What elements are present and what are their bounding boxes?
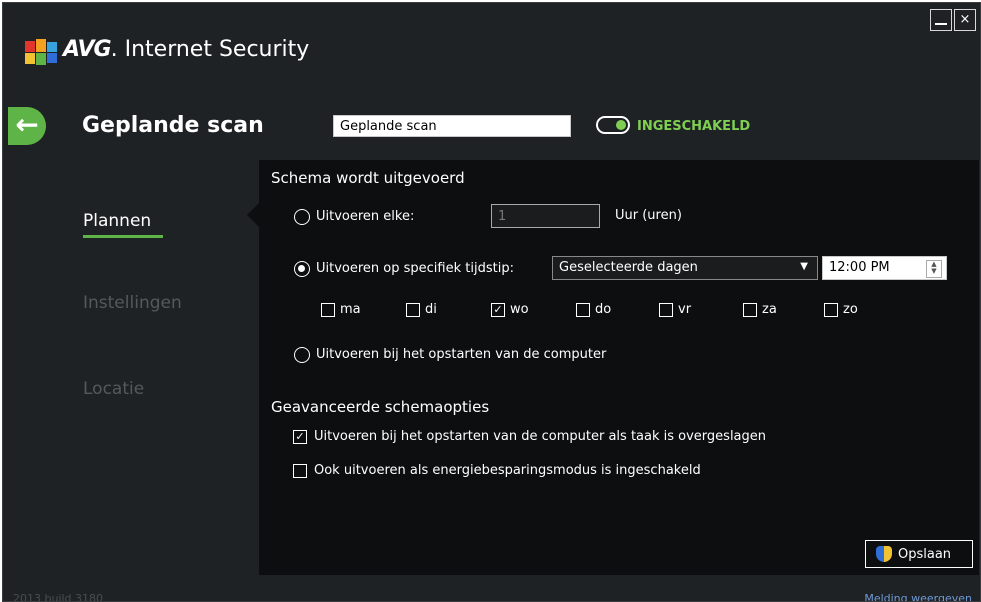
day-label-ma: ma	[340, 302, 361, 317]
checkmark-icon: ✓	[295, 430, 305, 443]
build-info: 2013 build 3180	[13, 592, 104, 602]
toggle-knob	[616, 120, 626, 130]
on-startup-label: Uitvoeren bij het opstarten van de compu…	[316, 347, 607, 362]
day-label-zo: zo	[843, 302, 858, 317]
page-title: Geplande scan	[82, 113, 264, 138]
day-label-vr: vr	[678, 302, 692, 317]
day-checkbox-zo[interactable]	[824, 303, 838, 317]
days-select[interactable]: Geselecteerde dagen ▼	[552, 256, 818, 280]
show-notification-link[interactable]: Melding weergeven	[864, 592, 972, 601]
day-label-wo: wo	[510, 302, 529, 317]
day-label-do: do	[595, 302, 612, 317]
time-value: 12:00 PM	[829, 260, 890, 275]
nav-item-plannen[interactable]: Plannen	[83, 211, 151, 231]
power-saving-label: Ook uitvoeren als energiebesparingsmodus…	[314, 463, 701, 478]
run-every-hours-input[interactable]	[491, 204, 600, 228]
run-every-radio[interactable]	[294, 209, 310, 225]
run-every-unit-label: Uur (uren)	[615, 208, 682, 223]
time-input[interactable]: 12:00 PM ▲ ▼	[822, 256, 947, 280]
panel-pointer	[247, 203, 259, 227]
app-window: AVG. Internet Security × ← Geplande scan…	[2, 2, 981, 602]
checkmark-icon: ✓	[493, 303, 503, 316]
specific-time-label: Uitvoeren op specifiek tijdstip:	[316, 261, 514, 276]
dropdown-arrow-icon: ▼	[800, 261, 808, 272]
power-saving-checkbox[interactable]	[293, 464, 307, 478]
day-checkbox-do[interactable]	[576, 303, 590, 317]
save-button-label: Opslaan	[898, 547, 952, 562]
brand-name: AVG	[63, 37, 112, 62]
close-icon: ×	[959, 12, 971, 27]
nav-item-locatie[interactable]: Locatie	[83, 379, 144, 399]
nav-active-indicator	[83, 235, 163, 238]
time-spinner-icon[interactable]: ▲ ▼	[926, 260, 942, 278]
day-label-za: za	[762, 302, 777, 317]
day-checkbox-za[interactable]	[743, 303, 757, 317]
title-bar: AVG. Internet Security ×	[3, 3, 980, 93]
schedule-section-title: Schema wordt uitgevoerd	[271, 169, 465, 187]
advanced-section-title: Geavanceerde schemaopties	[271, 398, 490, 416]
save-button[interactable]: Opslaan	[865, 540, 973, 568]
toggle-status-label: INGESCHAKELD	[637, 119, 751, 134]
close-button[interactable]: ×	[954, 9, 976, 31]
enabled-toggle[interactable]	[596, 116, 630, 134]
specific-time-radio[interactable]	[294, 261, 310, 277]
days-select-value: Geselecteerde dagen	[559, 260, 698, 275]
on-startup-radio[interactable]	[294, 347, 310, 363]
app-title: AVG. Internet Security	[63, 37, 309, 62]
minimize-button[interactable]	[930, 9, 952, 31]
day-checkbox-ma[interactable]	[321, 303, 335, 317]
avg-logo-icon	[25, 39, 57, 65]
back-button[interactable]: ←	[8, 107, 46, 145]
nav-item-instellingen[interactable]: Instellingen	[83, 293, 182, 313]
scan-name-input[interactable]	[333, 115, 571, 137]
product-name: . Internet Security	[110, 37, 310, 62]
day-checkbox-wo[interactable]: ✓	[491, 303, 505, 317]
run-every-label: Uitvoeren elke:	[316, 209, 415, 224]
day-checkbox-vr[interactable]	[659, 303, 673, 317]
day-checkbox-di[interactable]	[406, 303, 420, 317]
arrow-left-icon: ←	[15, 108, 39, 141]
day-label-di: di	[425, 302, 437, 317]
uac-shield-icon	[876, 546, 892, 562]
missed-task-label: Uitvoeren bij het opstarten van de compu…	[314, 429, 767, 444]
missed-task-checkbox[interactable]: ✓	[293, 430, 307, 444]
minimize-icon	[935, 23, 947, 25]
